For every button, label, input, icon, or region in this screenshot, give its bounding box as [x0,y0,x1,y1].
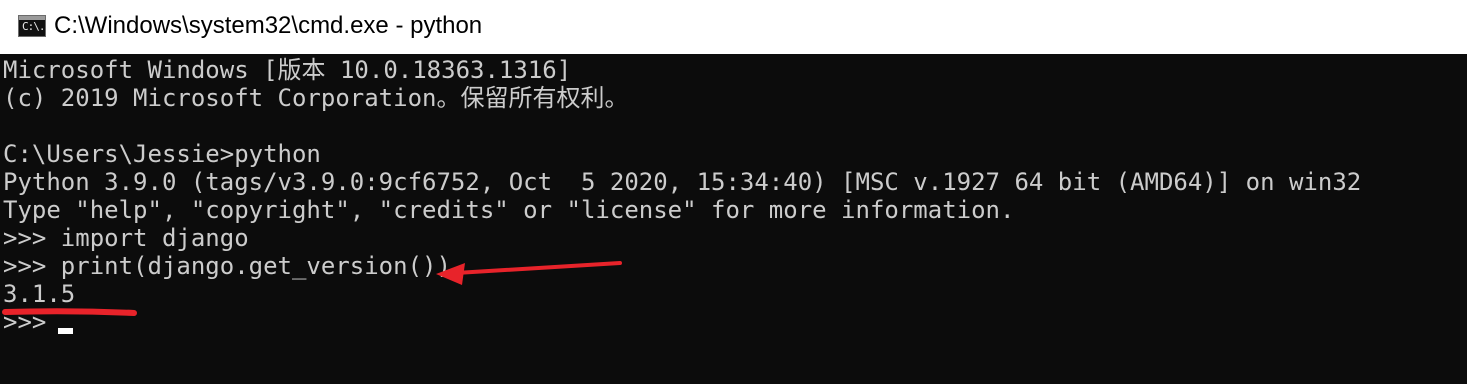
cmd-window: C:\. C:\Windows\system32\cmd.exe - pytho… [0,0,1467,384]
window-title: C:\Windows\system32\cmd.exe - python [54,12,483,39]
cmd-icon-glyph: C:\. [22,20,45,33]
terminal-line-1: Microsoft Windows [版本 10.0.18363.1316] [3,56,572,84]
terminal-line-4: C:\Users\Jessie>python [3,140,321,168]
cmd-icon[interactable]: C:\. [18,15,46,37]
terminal-line-7: >>> import django [3,224,249,252]
terminal-line-8: >>> print(django.get_version()) [3,252,451,280]
terminal-line-6: Type "help", "copyright", "credits" or "… [3,196,1015,224]
terminal-line-10: >>> [3,308,61,336]
terminal-line-9: 3.1.5 [3,280,76,308]
terminal-output[interactable]: Microsoft Windows [版本 10.0.18363.1316] (… [0,54,1467,384]
terminal-line-2: (c) 2019 Microsoft Corporation。保留所有权利。 [3,84,629,112]
title-bar[interactable]: C:\. C:\Windows\system32\cmd.exe - pytho… [0,0,1467,54]
text-cursor [58,328,73,334]
terminal-line-5: Python 3.9.0 (tags/v3.9.0:9cf6752, Oct 5… [3,168,1362,196]
